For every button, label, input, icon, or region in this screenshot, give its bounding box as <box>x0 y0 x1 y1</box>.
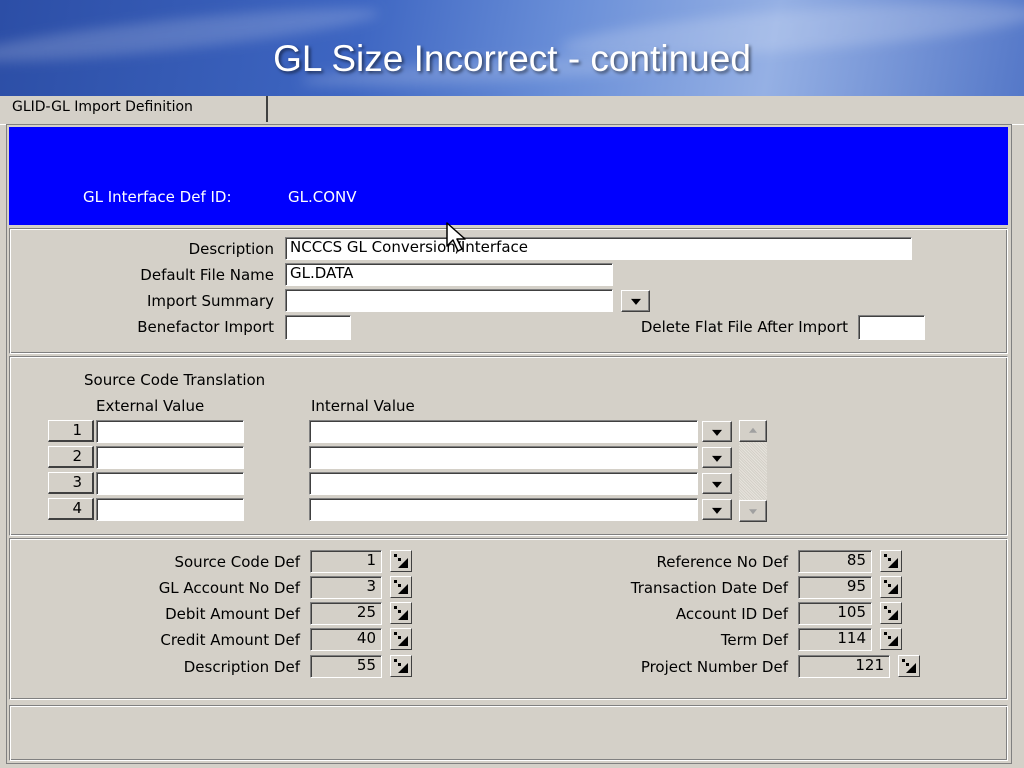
scroll-down-button[interactable] <box>739 500 767 522</box>
interface-def-id-value: GL.CONV <box>288 188 357 206</box>
internal-value-dropdown-button[interactable] <box>702 421 732 442</box>
status-panel <box>9 705 1008 761</box>
slide-title: GL Size Incorrect - continued <box>273 38 751 79</box>
source-code-def-value[interactable]: 1 <box>310 550 382 573</box>
internal-value-dropdown-button[interactable] <box>702 447 732 468</box>
external-value-field[interactable] <box>96 420 244 443</box>
scroll-up-button[interactable] <box>739 420 767 442</box>
import-summary-field[interactable] <box>285 289 613 312</box>
tab-glid-gl-import[interactable]: GLID-GL Import Definition <box>6 96 268 122</box>
credit-amount-def-value[interactable]: 40 <box>310 628 382 651</box>
mouse-pointer-icon <box>446 222 466 252</box>
term-def-label: Term Def <box>720 631 788 649</box>
zoom-corner-icon[interactable] <box>390 655 412 677</box>
zoom-corner-icon[interactable] <box>390 628 412 650</box>
internal-value-field[interactable] <box>309 420 698 443</box>
credit-amount-def-label: Credit Amount Def <box>160 631 300 649</box>
account-id-def-value[interactable]: 105 <box>798 602 872 625</box>
row-number-button[interactable]: 1 <box>48 420 94 442</box>
description-def-value[interactable]: 55 <box>310 655 382 678</box>
slide-header: GL Size Incorrect - continued <box>0 0 1024 96</box>
row-number-button[interactable]: 2 <box>48 446 94 468</box>
row-number-button[interactable]: 3 <box>48 472 94 494</box>
source-code-def-label: Source Code Def <box>174 553 300 571</box>
zoom-corner-icon[interactable] <box>898 655 920 677</box>
term-def-value[interactable]: 114 <box>798 628 872 651</box>
zoom-corner-icon[interactable] <box>880 576 902 598</box>
external-value-field[interactable] <box>96 446 244 469</box>
internal-value-field[interactable] <box>309 446 698 469</box>
id-banner: GL Interface Def ID: GL.CONV <box>9 127 1008 225</box>
transaction-date-def-label: Transaction Date Def <box>630 579 788 597</box>
interface-def-id-label: GL Interface Def ID: <box>83 188 232 206</box>
internal-value-dropdown-button[interactable] <box>702 499 732 520</box>
account-id-def-label: Account ID Def <box>675 605 788 623</box>
internal-value-dropdown-button[interactable] <box>702 473 732 494</box>
description-field[interactable]: NCCCS GL Conversion/Interface <box>285 237 912 260</box>
project-number-def-label: Project Number Def <box>640 658 788 676</box>
reference-no-def-label: Reference No Def <box>656 553 788 571</box>
default-file-name-label: Default File Name <box>140 266 274 284</box>
zoom-corner-icon[interactable] <box>880 550 902 572</box>
external-value-field[interactable] <box>96 472 244 495</box>
zoom-corner-icon[interactable] <box>390 576 412 598</box>
description-label: Description <box>188 240 274 258</box>
zoom-corner-icon[interactable] <box>390 550 412 572</box>
description-def-label: Description Def <box>183 658 300 676</box>
benefactor-import-label: Benefactor Import <box>137 318 274 336</box>
gl-account-no-def-value[interactable]: 3 <box>310 576 382 599</box>
internal-value-field[interactable] <box>309 472 698 495</box>
internal-value-header: Internal Value <box>311 397 415 415</box>
project-number-def-value[interactable]: 121 <box>798 655 890 678</box>
zoom-corner-icon[interactable] <box>390 602 412 624</box>
benefactor-import-field[interactable] <box>285 315 351 340</box>
import-summary-label: Import Summary <box>146 292 274 310</box>
internal-value-field[interactable] <box>309 498 698 521</box>
transaction-date-def-value[interactable]: 95 <box>798 576 872 599</box>
source-code-translation-label: Source Code Translation <box>84 371 266 389</box>
delete-flat-file-field[interactable] <box>858 315 925 340</box>
default-file-name-field[interactable]: GL.DATA <box>285 263 613 286</box>
zoom-corner-icon[interactable] <box>880 628 902 650</box>
delete-flat-file-label: Delete Flat File After Import <box>640 318 848 336</box>
external-value-header: External Value <box>96 397 205 415</box>
reference-no-def-value[interactable]: 85 <box>798 550 872 573</box>
tab-label: GLID-GL Import Definition <box>12 99 193 115</box>
external-value-field[interactable] <box>96 498 244 521</box>
debit-amount-def-label: Debit Amount Def <box>165 605 300 623</box>
row-number-button[interactable]: 4 <box>48 498 94 520</box>
debit-amount-def-value[interactable]: 25 <box>310 602 382 625</box>
import-summary-dropdown-button[interactable] <box>621 290 650 312</box>
zoom-corner-icon[interactable] <box>880 602 902 624</box>
gl-account-no-def-label: GL Account No Def <box>158 579 300 597</box>
